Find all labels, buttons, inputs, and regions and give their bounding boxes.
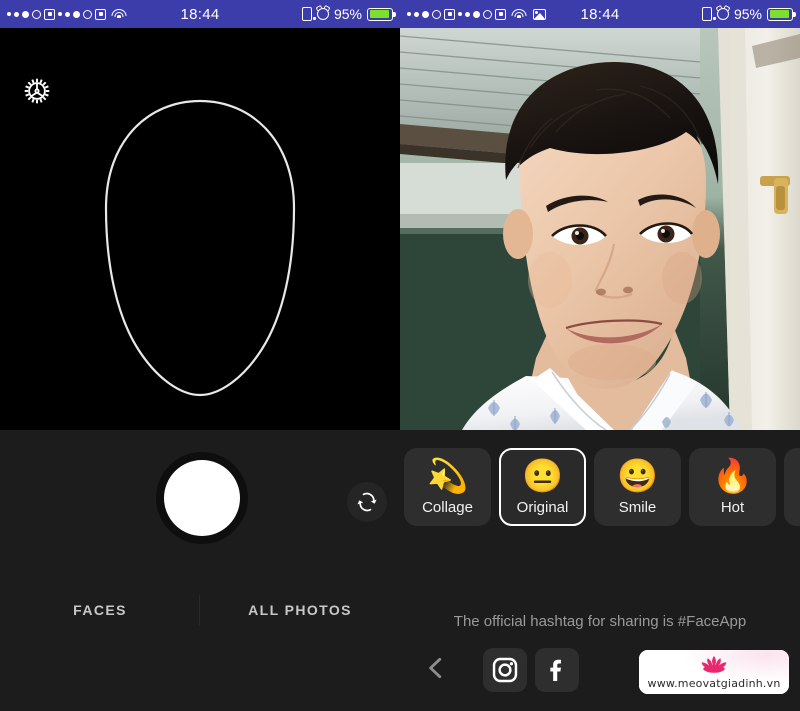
filter-tile-hot[interactable]: 🔥 Hot <box>689 448 776 526</box>
social-buttons <box>483 648 579 692</box>
instagram-icon <box>492 657 518 683</box>
preview-panes <box>0 28 800 430</box>
filter-strip[interactable]: 💫 Collage 😐 Original 😀 Smile 🔥 Hot <box>404 448 800 526</box>
shutter-ring <box>156 452 248 544</box>
shutter-button[interactable] <box>156 452 248 544</box>
watermark-badge: www.meovatgiadinh.vn <box>639 650 789 694</box>
tab-label: ALL PHOTOS <box>248 602 352 618</box>
lotus-flower-icon <box>701 656 727 673</box>
alarm-clock-icon <box>316 8 329 20</box>
camera-viewfinder[interactable] <box>0 28 400 430</box>
filter-label: Original <box>516 499 569 516</box>
facebook-button[interactable] <box>535 648 579 692</box>
instagram-button[interactable] <box>483 648 527 692</box>
status-bar-right: 18:44 95% <box>400 0 800 28</box>
alarm-clock-icon <box>716 8 729 20</box>
filter-tile-original[interactable]: 😐 Original <box>499 448 586 526</box>
gallery-tabs: FACES ALL PHOTOS <box>0 580 400 640</box>
refresh-arrows-icon <box>357 492 377 512</box>
status-time: 18:44 <box>180 5 220 23</box>
chevron-left-icon[interactable] <box>423 655 449 681</box>
facebook-icon <box>550 659 561 681</box>
shutter-core <box>164 460 240 536</box>
grinning-face-icon: 😀 <box>616 457 659 494</box>
neutral-face-icon: 😐 <box>521 457 564 494</box>
battery-icon <box>367 7 396 21</box>
selfie-photo <box>400 28 800 430</box>
face-oval-guide-icon <box>104 99 296 397</box>
status-bar-row: 18:44 95% 18:44 95% <box>0 0 800 28</box>
sparkle-star-icon: 💫 <box>426 457 469 494</box>
tab-divider <box>199 595 200 625</box>
filter-label: Collage <box>422 499 473 516</box>
filter-label: Smile <box>618 499 657 516</box>
hashtag-note: The official hashtag for sharing is #Fac… <box>453 613 747 630</box>
status-time: 18:44 <box>580 5 620 23</box>
app-screen: 18:44 95% 18:44 95% 💫 Collage 😐 Original… <box>0 0 800 711</box>
tab-label: FACES <box>73 602 127 618</box>
filter-label: Hot <box>720 499 745 516</box>
rotation-lock-icon <box>701 7 716 21</box>
watermark-url: www.meovatgiadinh.vn <box>647 677 781 690</box>
fire-icon: 🔥 <box>711 457 754 494</box>
filter-tile-next[interactable] <box>784 448 800 526</box>
battery-icon <box>767 7 796 21</box>
photo-preview[interactable] <box>400 28 800 430</box>
filter-tile-collage[interactable]: 💫 Collage <box>404 448 491 526</box>
status-bar-left: 18:44 95% <box>0 0 400 28</box>
filter-tile-smile[interactable]: 😀 Smile <box>594 448 681 526</box>
tab-all-photos[interactable]: ALL PHOTOS <box>200 580 400 640</box>
flip-camera-button[interactable] <box>347 482 387 522</box>
tab-faces[interactable]: FACES <box>0 580 200 640</box>
rotation-lock-icon <box>301 7 316 21</box>
